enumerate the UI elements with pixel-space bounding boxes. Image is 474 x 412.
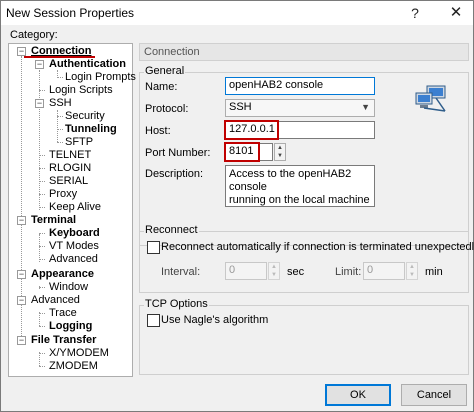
tree-connector (39, 155, 45, 156)
tree-item-sftp[interactable]: SFTP (65, 136, 93, 148)
limit-input[interactable]: 0 (363, 262, 405, 280)
tree-item-authentication[interactable]: Authentication (49, 58, 126, 70)
tree-item-logging[interactable]: Logging (49, 320, 92, 332)
tree-item-zmodem[interactable]: ZMODEM (49, 360, 98, 372)
tree-item-trace[interactable]: Trace (49, 307, 77, 319)
protocol-select[interactable]: SSH ▼ (225, 99, 375, 117)
name-label: Name: (145, 81, 178, 93)
tree-item-window[interactable]: Window (49, 281, 88, 293)
tree-item-advanced[interactable]: Advanced (31, 294, 80, 306)
interval-input[interactable]: 0 (225, 262, 267, 280)
help-button[interactable]: ? (405, 3, 425, 23)
tree-item-security[interactable]: Security (65, 110, 105, 122)
nagle-checkbox-label[interactable]: Use Nagle's algorithm (161, 314, 268, 326)
tree-connector (57, 110, 58, 142)
limit-spinner[interactable]: ▲ ▼ (406, 262, 418, 280)
collapse-advanced-icon[interactable]: − (17, 296, 26, 305)
protocol-select-value: SSH (229, 101, 252, 113)
tree-item-appearance[interactable]: Appearance (31, 268, 94, 280)
tree-item-telnet[interactable]: TELNET (49, 149, 91, 161)
tree-connector (39, 313, 45, 314)
category-tree[interactable]: − Connection − Authentication Login Prom… (8, 43, 136, 377)
tree-connector (39, 233, 45, 234)
tree-connector (39, 312, 40, 326)
host-label: Host: (145, 125, 171, 137)
tree-connector (39, 366, 45, 367)
tree-connector (39, 70, 40, 210)
limit-unit: min (425, 266, 443, 278)
tree-item-proxy[interactable]: Proxy (49, 188, 77, 200)
tree-connector (39, 168, 45, 169)
network-computers-icon (415, 85, 446, 112)
nagle-checkbox[interactable] (147, 314, 160, 327)
collapse-terminal-icon[interactable]: − (17, 216, 26, 225)
description-textarea[interactable]: Access to the openHAB2 console running o… (225, 165, 375, 207)
collapse-appearance-icon[interactable]: − (17, 270, 26, 279)
tree-item-keyboard[interactable]: Keyboard (49, 227, 100, 239)
tree-item-login-scripts[interactable]: Login Scripts (49, 84, 113, 96)
description-line: Access to the openHAB2 console (229, 168, 352, 193)
collapse-file-transfer-icon[interactable]: − (17, 336, 26, 345)
tree-item-serial[interactable]: SERIAL (49, 175, 88, 187)
tree-connector (39, 287, 45, 288)
interval-spinner[interactable]: ▲ ▼ (268, 262, 280, 280)
connection-highlight-underline (24, 56, 95, 58)
name-input[interactable]: openHAB2 console (225, 77, 375, 95)
tree-connector (39, 352, 40, 366)
tree-connector (57, 116, 63, 117)
tree-item-terminal[interactable]: Terminal (31, 214, 76, 226)
new-session-properties-dialog: New Session Properties ? ✕ Category: − C… (0, 0, 474, 412)
tree-connector (39, 181, 45, 182)
port-number-label: Port Number: (145, 147, 211, 159)
tree-connector (57, 70, 58, 76)
close-button[interactable]: ✕ (439, 1, 473, 25)
tree-connector (39, 207, 45, 208)
tcp-options-group-label: TCP Options (144, 298, 209, 310)
limit-label: Limit: (335, 266, 362, 278)
ok-button[interactable]: OK (325, 384, 391, 406)
interval-unit: sec (287, 266, 305, 278)
general-group-label: General (144, 65, 186, 77)
tree-connector (39, 326, 45, 327)
tree-item-vt-modes[interactable]: VT Modes (49, 240, 99, 252)
tree-connector (39, 259, 45, 260)
panel-header: Connection (139, 43, 469, 61)
tree-item-terminal-advanced[interactable]: Advanced (49, 253, 98, 265)
tree-item-file-transfer[interactable]: File Transfer (31, 334, 96, 346)
tree-item-rlogin[interactable]: RLOGIN (49, 162, 91, 174)
tree-connector (39, 90, 45, 91)
tree-connector (39, 194, 45, 195)
interval-label: Interval: (161, 266, 201, 278)
category-label: Category: (10, 29, 58, 41)
description-label: Description: (145, 168, 204, 180)
tree-connector (57, 77, 63, 78)
tree-connector (39, 234, 40, 262)
reconnect-checkbox[interactable] (147, 241, 160, 254)
collapse-authentication-icon[interactable]: − (35, 60, 44, 69)
tree-item-tunneling[interactable]: Tunneling (65, 123, 117, 135)
description-line: running on the local machine (229, 194, 370, 206)
protocol-label: Protocol: (145, 103, 189, 115)
tree-item-keep-alive[interactable]: Keep Alive (49, 201, 101, 213)
tree-item-xymodem[interactable]: X/YMODEM (49, 347, 109, 359)
tree-connector (39, 246, 45, 247)
reconnect-checkbox-label[interactable]: Reconnect automatically if connection is… (161, 241, 474, 253)
tree-connector (57, 142, 63, 143)
chevron-down-icon: ▼ (361, 102, 370, 112)
host-highlight-box (224, 120, 279, 140)
reconnect-group-label: Reconnect (144, 224, 199, 236)
window-title: New Session Properties (6, 6, 135, 20)
port-highlight-box (224, 142, 260, 162)
tree-item-ssh[interactable]: SSH (49, 97, 72, 109)
tree-connector (57, 129, 63, 130)
title-bar: New Session Properties ? ✕ (1, 1, 473, 25)
cancel-button[interactable]: Cancel (401, 384, 467, 406)
tree-item-login-prompts[interactable]: Login Prompts (65, 71, 136, 83)
collapse-connection-icon[interactable]: − (17, 47, 26, 56)
tree-connector (39, 353, 45, 354)
collapse-ssh-icon[interactable]: − (35, 99, 44, 108)
port-spinner[interactable]: ▲ ▼ (274, 143, 286, 161)
